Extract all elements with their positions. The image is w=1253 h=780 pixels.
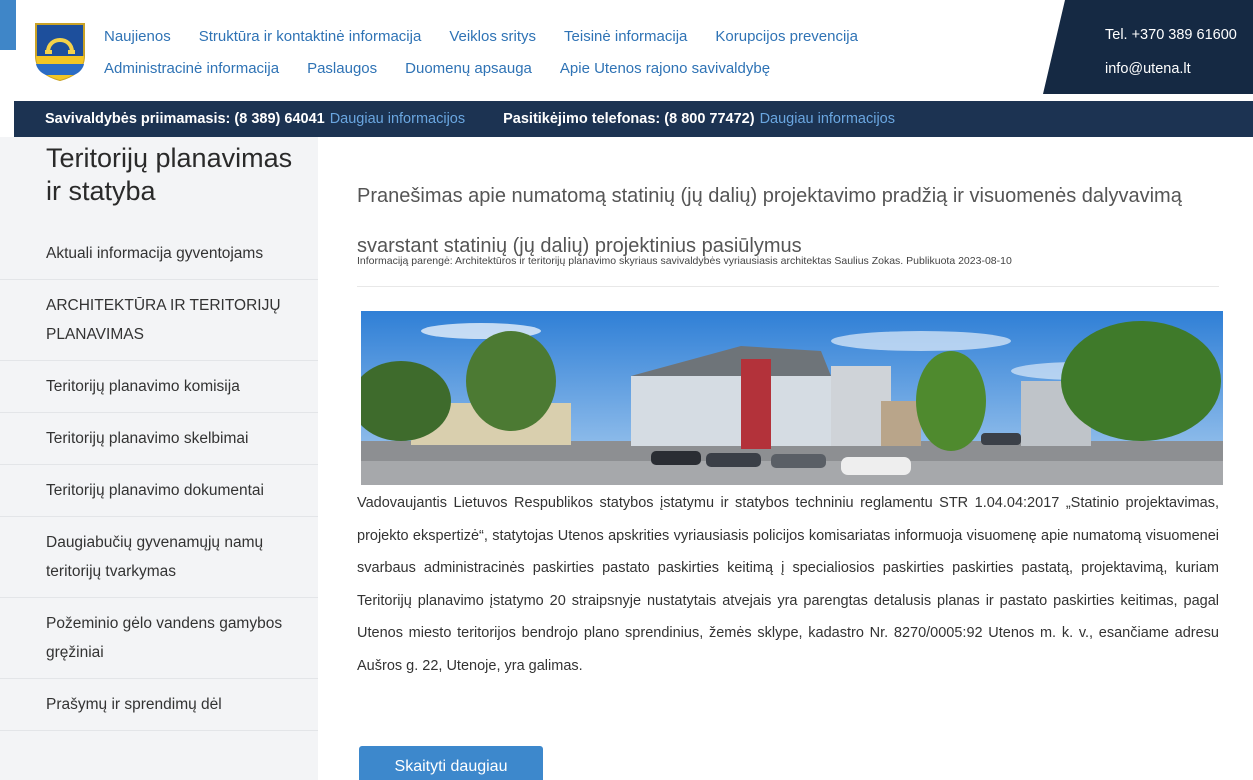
sidebar: Teritorijų planavimas ir statyba Aktuali… [0,137,318,780]
nav-link-veiklos-sritys[interactable]: Veiklos sritys [449,28,536,45]
article-body: Vadovaujantis Lietuvos Respublikos staty… [357,495,1219,674]
main-nav-row-2: Administracinė informacija Paslaugos Duo… [104,60,798,77]
reception-phone-label: Savivaldybės priimamasis: (8 389) 64041 [45,111,325,127]
article-hero-image [361,311,1223,485]
header-contact-panel: Tel. +370 389 61600 info@utena.lt [1043,0,1253,94]
nav-link-teisine-informacija[interactable]: Teisinė informacija [564,28,687,45]
read-more-button[interactable]: Skaityti daugiau [359,746,543,780]
nav-link-struktura[interactable]: Struktūra ir kontaktinė informacija [199,28,422,45]
main-content: Pranešimas apie numatomą statinių (jų da… [326,137,1253,780]
trust-more-info-link[interactable]: Daugiau informacijos [760,111,895,127]
article-meta: Informaciją parengė: Architektūros ir te… [357,255,1012,267]
sidebar-title: Teritorijų planavimas ir statyba [46,143,293,206]
sidebar-item-planavimo-dokumentai[interactable]: Teritorijų planavimo dokumentai [0,465,318,517]
phone-link[interactable]: Tel. +370 389 61600 [1105,27,1237,43]
header-accent-strip [0,0,16,50]
nav-link-administracine-informacija[interactable]: Administracinė informacija [104,60,279,77]
sidebar-item-daugiabuciu-tvarkymas[interactable]: Daugiabučių gyvenamųjų namų teritorijų t… [0,517,318,598]
title-divider [357,286,1219,287]
email-link[interactable]: info@utena.lt [1105,61,1191,77]
nav-link-apie-savivaldybe[interactable]: Apie Utenos rajono savivaldybę [560,60,770,77]
sidebar-menu: Aktuali informacija gyventojams ARCHITEK… [0,234,318,731]
nav-link-paslaugos[interactable]: Paslaugos [307,60,377,77]
nav-link-naujienos[interactable]: Naujienos [104,28,171,45]
main-nav-row-1: Naujienos Struktūra ir kontaktinė inform… [104,28,886,45]
nav-link-duomenu-apsauga[interactable]: Duomenų apsauga [405,60,532,77]
trust-phone-label: Pasitikėjimo telefonas: (8 800 77472) [503,111,755,127]
nav-link-korupcijos-prevencija[interactable]: Korupcijos prevencija [715,28,858,45]
info-bar: Savivaldybės priimamasis: (8 389) 64041 … [14,101,1253,137]
sidebar-item-pozeminio-vandens[interactable]: Požeminio gėlo vandens gamybos gręžiniai [0,598,318,679]
sidebar-item-architektura[interactable]: ARCHITEKTŪRA IR TERITORIJŲ PLANAVIMAS [0,280,318,361]
sidebar-item-planavimo-komisija[interactable]: Teritorijų planavimo komisija [0,361,318,413]
site-header: Naujienos Struktūra ir kontaktinė inform… [0,0,1253,94]
sidebar-item-planavimo-skelbimai[interactable]: Teritorijų planavimo skelbimai [0,413,318,465]
utena-coat-of-arms-logo[interactable] [34,22,86,82]
sidebar-item-prasymu-sprendimu[interactable]: Prašymų ir sprendimų dėl [0,679,318,731]
sidebar-item-aktuali-informacija[interactable]: Aktuali informacija gyventojams [0,234,318,280]
reception-more-info-link[interactable]: Daugiau informacijos [330,111,465,127]
